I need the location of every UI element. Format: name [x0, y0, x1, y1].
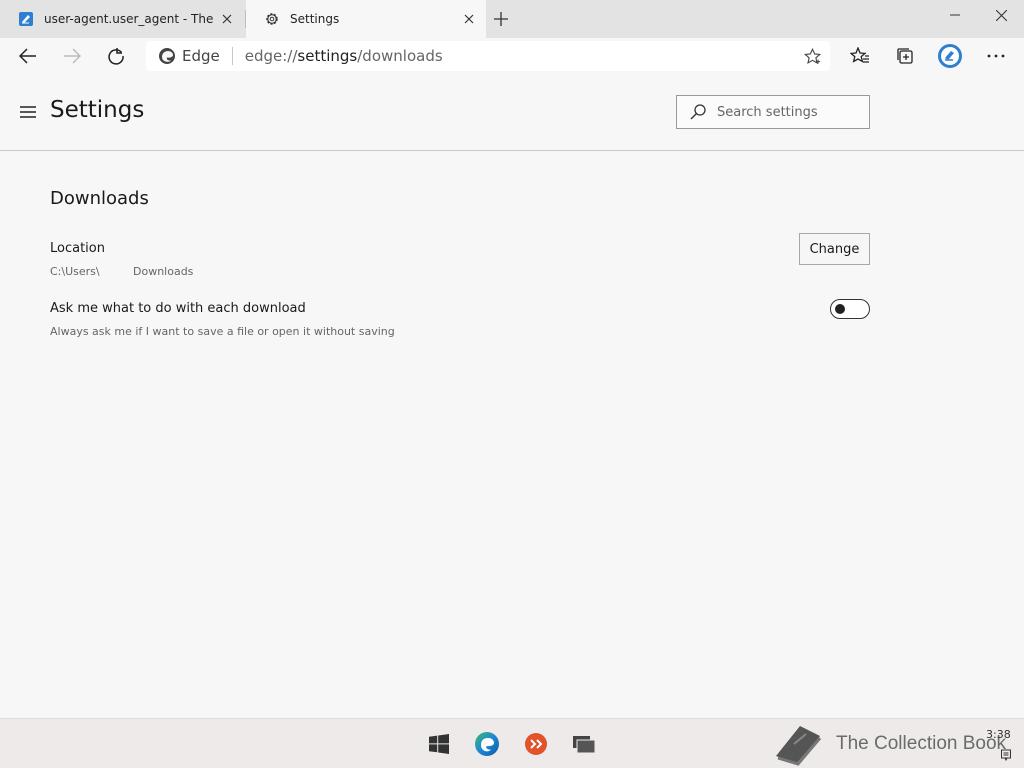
tab-collection-book[interactable]: user-agent.user_agent - The Coll — [0, 0, 244, 38]
change-location-button[interactable]: Change — [799, 233, 870, 265]
notification-icon[interactable] — [1000, 749, 1012, 761]
close-window-button[interactable] — [978, 0, 1024, 30]
edge-browser-icon — [475, 732, 499, 756]
windows-logo-icon — [429, 734, 449, 754]
brand-watermark: The Collection Book — [772, 719, 1006, 768]
close-icon — [995, 9, 1007, 21]
task-view-icon — [573, 736, 596, 754]
plus-icon — [494, 12, 508, 26]
new-tab-button[interactable] — [490, 8, 512, 30]
tab-title: Settings — [290, 12, 340, 26]
brand-text: The Collection Book — [836, 733, 1007, 754]
extension-button[interactable] — [935, 41, 965, 71]
favorite-star-icon[interactable] — [802, 46, 822, 66]
location-path: C:\Users\ — [50, 265, 100, 278]
toggle-knob — [835, 304, 845, 314]
back-button[interactable] — [13, 41, 43, 71]
address-divider — [231, 47, 233, 65]
favorites-list-icon — [850, 47, 869, 63]
section-title-downloads: Downloads — [50, 188, 149, 209]
book-logo-icon — [776, 726, 822, 766]
minimize-button[interactable] — [932, 0, 978, 30]
url-text: edge://settings/downloads — [245, 47, 443, 65]
taskbar-edge-button[interactable] — [474, 731, 500, 757]
gear-icon — [266, 13, 278, 25]
arrow-right-icon — [64, 48, 81, 64]
collection-book-extension-icon — [938, 44, 962, 68]
search-icon — [690, 104, 706, 120]
taskbar-app-button[interactable] — [523, 731, 549, 757]
tab-settings[interactable]: Settings — [246, 0, 486, 38]
ask-download-toggle[interactable] — [830, 299, 870, 319]
tab-strip: user-agent.user_agent - The Coll Setting… — [0, 0, 1024, 38]
site-identity-label: Edge — [182, 47, 220, 65]
url-path: /downloads — [357, 47, 443, 65]
favorites-button[interactable] — [845, 41, 875, 71]
header-divider — [0, 150, 1024, 151]
close-tab-icon[interactable] — [216, 8, 238, 30]
remote-app-icon — [525, 733, 547, 755]
ask-download-description: Always ask me if I want to save a file o… — [50, 325, 395, 338]
task-view-button[interactable] — [571, 731, 597, 757]
minimize-icon — [950, 14, 960, 16]
more-dots-icon — [987, 54, 1005, 58]
collection-book-icon — [19, 12, 33, 26]
location-folder: Downloads — [133, 265, 194, 278]
address-bar[interactable]: Edge edge://settings/downloads — [146, 41, 830, 71]
url-host: settings — [297, 47, 358, 65]
ask-download-label: Ask me what to do with each download — [50, 301, 306, 316]
more-menu-button[interactable] — [981, 41, 1011, 71]
refresh-button[interactable] — [101, 41, 131, 71]
collections-icon — [897, 48, 913, 64]
start-button[interactable] — [426, 731, 452, 757]
edge-logo-icon — [159, 48, 175, 64]
toolbar: Edge edge://settings/downloads — [0, 38, 1024, 74]
url-scheme: edge:// — [244, 47, 298, 65]
taskbar-clock[interactable]: 3:38 — [986, 728, 1011, 741]
arrow-left-icon — [19, 48, 36, 64]
close-tab-icon[interactable] — [458, 8, 480, 30]
hamburger-menu-icon[interactable] — [19, 104, 37, 120]
forward-button[interactable] — [57, 41, 87, 71]
tab-title: user-agent.user_agent - The Coll — [44, 12, 216, 26]
location-label: Location — [50, 241, 105, 256]
refresh-icon — [108, 48, 124, 65]
search-placeholder: Search settings — [717, 104, 818, 120]
page-title: Settings — [50, 97, 145, 123]
collections-button[interactable] — [890, 41, 920, 71]
search-settings-input[interactable]: Search settings — [676, 95, 870, 129]
taskbar: The Collection Book 3:38 — [0, 718, 1024, 768]
